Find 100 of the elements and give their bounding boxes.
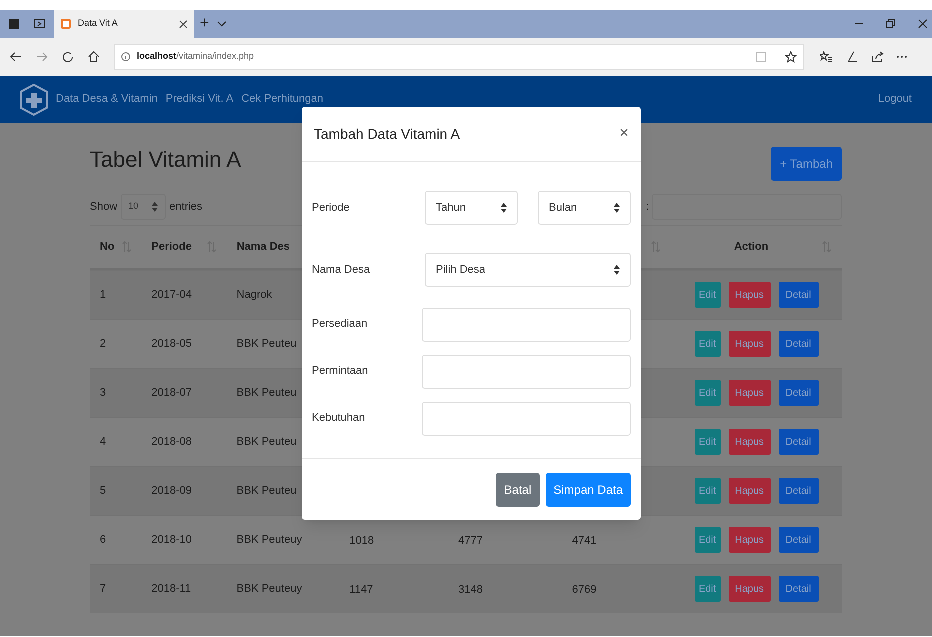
entries-select[interactable]: 10	[120, 194, 166, 220]
nav-link[interactable]: Cek Perhitungan	[242, 91, 324, 108]
add-button[interactable]: + Tambah	[771, 147, 842, 181]
home-icon[interactable]	[88, 51, 100, 63]
table-cell-text: 7	[99, 582, 108, 597]
detail-button[interactable]: Detail	[778, 331, 819, 357]
edit-button[interactable]: Edit	[694, 527, 721, 553]
favorites-icon[interactable]	[820, 51, 832, 63]
column-header[interactable]: Action	[734, 238, 769, 256]
detail-button[interactable]: Detail	[778, 282, 819, 308]
logout-link[interactable]: Logout	[878, 91, 912, 108]
input-field[interactable]	[422, 308, 631, 342]
delete-button[interactable]: Hapus	[728, 429, 771, 455]
table-cell: 6769	[572, 584, 597, 596]
url-text: localhost/vitamina/index.php	[137, 50, 254, 64]
updown-icon	[614, 203, 620, 213]
detail-button[interactable]: Detail	[778, 478, 819, 504]
table-cell-text: 2018-10	[150, 532, 193, 548]
nav-link[interactable]: Data Desa & Vitamin	[56, 91, 158, 108]
address-bar[interactable]: localhost/vitamina/index.php	[114, 44, 804, 70]
input-field[interactable]	[422, 402, 631, 436]
info-icon	[121, 52, 131, 62]
field-label: Periode	[312, 200, 351, 216]
browser-tab[interactable]: Data Vit A	[54, 10, 194, 38]
updown-icon	[501, 203, 507, 213]
edit-button[interactable]: Edit	[694, 478, 721, 504]
back-icon[interactable]	[10, 51, 22, 63]
more-icon[interactable]	[896, 55, 908, 59]
table-cell-text: 2018-11	[150, 582, 192, 597]
edit-button[interactable]: Edit	[694, 331, 721, 357]
cancel-button[interactable]: Batal	[496, 472, 540, 506]
refresh-icon[interactable]	[62, 51, 74, 63]
table-cell: 3148	[458, 584, 483, 596]
table-cell-text: BBK Peuteu	[236, 484, 298, 499]
pen-icon[interactable]	[846, 51, 858, 63]
tab-aside-icon[interactable]	[34, 18, 46, 30]
modal-title: Tambah Data Vitamin A	[314, 124, 460, 144]
star-icon[interactable]	[785, 51, 797, 63]
field-label: Persediaan	[312, 317, 369, 332]
edit-button[interactable]: Edit	[694, 576, 721, 602]
updown-icon	[152, 202, 158, 212]
show-label: Show	[90, 200, 118, 215]
table-cell-text: 2017-04	[150, 288, 193, 303]
logo-icon	[20, 84, 48, 116]
table-cell: 4741	[572, 535, 597, 547]
search-label: :	[646, 200, 649, 215]
detail-button[interactable]: Detail	[778, 380, 819, 406]
edit-button[interactable]: Edit	[694, 429, 721, 455]
table-cell-text: 5	[99, 484, 108, 499]
field-label: Permintaan	[312, 364, 370, 380]
table-cell-text: 2018-07	[150, 386, 193, 401]
save-button[interactable]: Simpan Data	[546, 472, 631, 506]
delete-button[interactable]: Hapus	[728, 527, 771, 553]
page-icon	[60, 18, 72, 30]
table-cell-text: BBK Peuteu	[236, 434, 298, 450]
field-label: Kebutuhan	[312, 411, 366, 426]
new-tab-button[interactable]: +	[200, 12, 210, 36]
entries-label: entries	[170, 200, 203, 215]
detail-button[interactable]: Detail	[778, 429, 819, 455]
table-cell: 1018	[350, 535, 374, 547]
table-cell-text: 2018-08	[150, 434, 193, 450]
select-field[interactable]: Tahun	[425, 191, 518, 225]
select-field[interactable]: Bulan	[538, 191, 631, 225]
updown-icon	[614, 265, 620, 275]
table-cell-text: Nagrok	[236, 288, 274, 303]
table-cell-text: 3	[99, 386, 108, 401]
detail-button[interactable]: Detail	[778, 527, 819, 553]
close-button[interactable]: ×	[620, 122, 629, 146]
window-icon[interactable]	[8, 18, 20, 30]
detail-button[interactable]: Detail	[778, 576, 819, 602]
nav-link[interactable]: Prediksi Vit. A	[166, 91, 234, 108]
delete-button[interactable]: Hapus	[728, 576, 771, 602]
delete-button[interactable]: Hapus	[728, 478, 771, 504]
table-cell-text: BBK Peuteuy	[236, 532, 304, 548]
table-cell-text: BBK Peuteu	[236, 336, 298, 352]
table-cell-text: 2018-05	[150, 336, 193, 352]
select-field[interactable]: Pilih Desa	[425, 253, 631, 287]
page-title: Tabel Vitamin A	[90, 146, 242, 174]
table-cell-text: 6	[99, 532, 108, 548]
table-cell-text: 2	[99, 336, 108, 352]
field-label: Nama Desa	[312, 262, 372, 278]
delete-button[interactable]: Hapus	[728, 331, 771, 357]
restore-icon[interactable]	[886, 19, 896, 29]
close-window-icon[interactable]	[918, 19, 928, 29]
edit-button[interactable]: Edit	[694, 282, 721, 308]
edit-button[interactable]: Edit	[694, 380, 721, 406]
table-cell: 4777	[458, 535, 483, 547]
input-field[interactable]	[422, 354, 631, 388]
close-icon[interactable]	[179, 20, 188, 28]
table-cell-text: BBK Peuteuy	[236, 582, 304, 597]
delete-button[interactable]: Hapus	[728, 282, 771, 308]
column-header[interactable]: Periode	[152, 238, 192, 256]
chevron-down-icon[interactable]	[217, 20, 228, 28]
table-cell: 1147	[350, 584, 374, 596]
table-cell-text: 2018-09	[150, 484, 193, 499]
table-cell-text: BBK Peuteu	[236, 386, 298, 401]
column-header[interactable]: Nama Des	[236, 238, 290, 256]
delete-button[interactable]: Hapus	[728, 380, 771, 406]
share-icon[interactable]	[872, 51, 884, 63]
column-header[interactable]: No	[100, 238, 115, 256]
